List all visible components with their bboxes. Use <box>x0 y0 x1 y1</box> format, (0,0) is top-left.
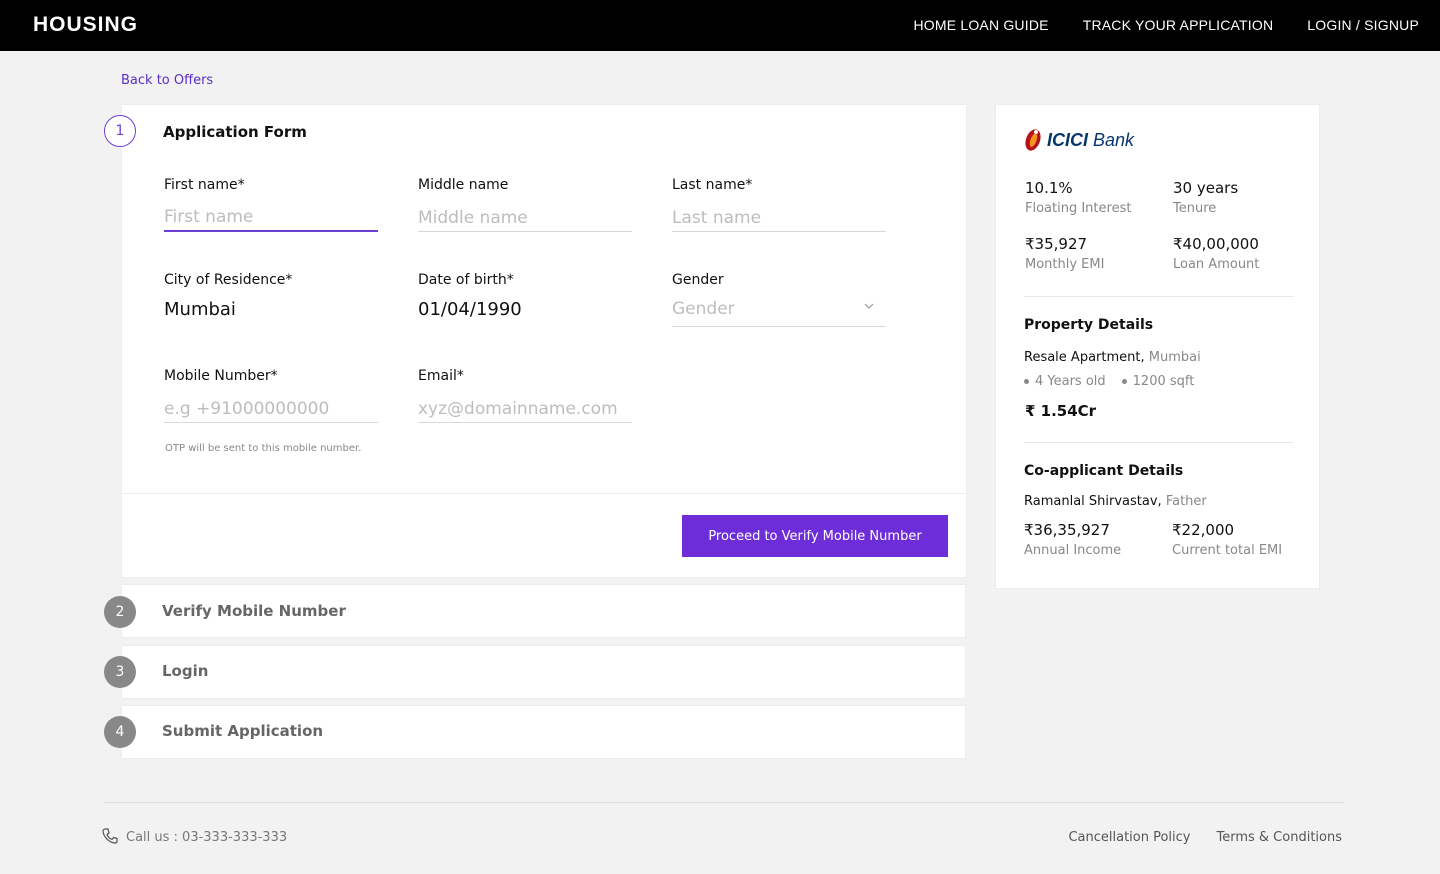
property-type: Resale Apartment, Mumbai <box>1024 350 1201 365</box>
loan-amount-stat: ₹40,00,000 Loan Amount <box>1173 235 1259 272</box>
first-name-field: First name* <box>164 177 378 232</box>
city-label: City of Residence* <box>164 272 293 288</box>
last-name-label: Last name* <box>672 177 753 193</box>
last-name-input[interactable] <box>672 204 886 232</box>
interest-stat: 10.1% Floating Interest <box>1025 179 1131 216</box>
proceed-verify-mobile-button[interactable]: Proceed to Verify Mobile Number <box>682 515 948 557</box>
bank-name: ICICI Bank <box>1047 129 1135 150</box>
nav-login-signup[interactable]: LOGIN / SIGNUP <box>1307 17 1419 33</box>
step-3-indicator: 3 <box>104 656 136 688</box>
coapplicant-name: Ramanlal Shirvastav, Father <box>1024 494 1207 509</box>
main-nav: HOME LOAN GUIDE TRACK YOUR APPLICATION L… <box>913 17 1419 33</box>
middle-name-input[interactable] <box>418 204 632 232</box>
annual-income-stat: ₹36,35,927 Annual Income <box>1024 521 1121 558</box>
call-us-text: Call us : 03-333-333-333 <box>126 830 288 845</box>
icici-logo-mark <box>1025 129 1041 151</box>
brand-logo[interactable]: HOUSING <box>33 13 138 37</box>
property-age: 4 Years old <box>1024 374 1106 389</box>
city-field: City of Residence* Mumbai <box>164 272 378 320</box>
email-field: Email* <box>418 368 632 423</box>
interest-label: Floating Interest <box>1025 201 1132 216</box>
emi-label: Monthly EMI <box>1025 257 1105 272</box>
middle-name-label: Middle name <box>418 177 509 193</box>
mobile-label: Mobile Number* <box>164 368 278 384</box>
middle-name-field: Middle name <box>418 177 632 232</box>
email-label: Email* <box>418 368 464 384</box>
dob-label: Date of birth* <box>418 272 514 288</box>
tenure-label: Tenure <box>1173 201 1217 216</box>
first-name-input[interactable] <box>164 204 378 232</box>
current-emi-label: Current total EMI <box>1172 543 1283 558</box>
annual-income-label: Annual Income <box>1024 543 1122 558</box>
nav-home-loan-guide[interactable]: HOME LOAN GUIDE <box>913 17 1048 33</box>
application-form-card <box>121 104 967 578</box>
back-to-offers-link[interactable]: Back to Offers <box>121 73 213 88</box>
property-area: 1200 sqft <box>1121 374 1194 389</box>
step-4-label: Submit Application <box>162 722 324 740</box>
city-value[interactable]: Mumbai <box>164 299 236 320</box>
tenure-value: 30 years <box>1173 179 1239 197</box>
mobile-input[interactable] <box>164 395 378 423</box>
gender-placeholder: Gender <box>672 299 735 319</box>
tenure-stat: 30 years Tenure <box>1173 179 1238 216</box>
dob-field: Date of birth* 01/04/1990 <box>418 272 632 320</box>
nav-track-application[interactable]: TRACK YOUR APPLICATION <box>1083 17 1274 33</box>
cancellation-policy-link[interactable]: Cancellation Policy <box>1068 830 1190 845</box>
terms-conditions-link[interactable]: Terms & Conditions <box>1217 830 1343 845</box>
otp-hint: OTP will be sent to this mobile number. <box>165 443 362 454</box>
form-divider <box>122 493 966 494</box>
summary-divider <box>1024 442 1293 443</box>
first-name-label: First name* <box>164 177 245 193</box>
step-2-label: Verify Mobile Number <box>162 602 346 620</box>
step-2-indicator: 2 <box>104 596 136 628</box>
loan-amount-value: ₹40,00,000 <box>1173 235 1259 253</box>
coapplicant-details-title: Co-applicant Details <box>1024 463 1184 479</box>
annual-income-value: ₹36,35,927 <box>1024 521 1110 539</box>
step-3-label: Login <box>162 662 209 680</box>
loan-offer-summary-card <box>995 104 1320 589</box>
top-navigation-bar: HOUSING HOME LOAN GUIDE TRACK YOUR APPLI… <box>0 0 1440 51</box>
property-details-title: Property Details <box>1024 317 1154 333</box>
gender-field: Gender Gender <box>672 272 886 327</box>
emi-value: ₹35,927 <box>1025 235 1088 253</box>
footer-links: Cancellation Policy Terms & Conditions <box>1068 830 1342 845</box>
loan-amount-label: Loan Amount <box>1173 257 1260 272</box>
step-4-indicator: 4 <box>104 716 136 748</box>
form-title: Application Form <box>163 123 307 141</box>
phone-icon <box>102 828 118 844</box>
gender-select[interactable]: Gender <box>672 299 886 327</box>
mobile-field: Mobile Number* <box>164 368 378 423</box>
last-name-field: Last name* <box>672 177 886 232</box>
emi-stat: ₹35,927 Monthly EMI <box>1025 235 1104 272</box>
property-price: ₹ 1.54Cr <box>1025 402 1097 420</box>
chevron-down-icon <box>864 303 874 309</box>
summary-divider <box>1024 296 1293 297</box>
email-input[interactable] <box>418 395 632 423</box>
dob-value[interactable]: 01/04/1990 <box>418 299 522 320</box>
gender-label: Gender <box>672 272 724 288</box>
interest-value: 10.1% <box>1025 179 1073 197</box>
step-1-indicator: 1 <box>104 115 136 147</box>
icici-bank-logo: ICICI Bank <box>1022 127 1134 153</box>
current-emi-value: ₹22,000 <box>1172 521 1235 539</box>
current-emi-stat: ₹22,000 Current total EMI <box>1172 521 1282 558</box>
property-attributes: 4 Years old 1200 sqft <box>1024 374 1194 389</box>
step-login[interactable] <box>121 645 966 699</box>
footer-divider <box>104 802 1344 803</box>
